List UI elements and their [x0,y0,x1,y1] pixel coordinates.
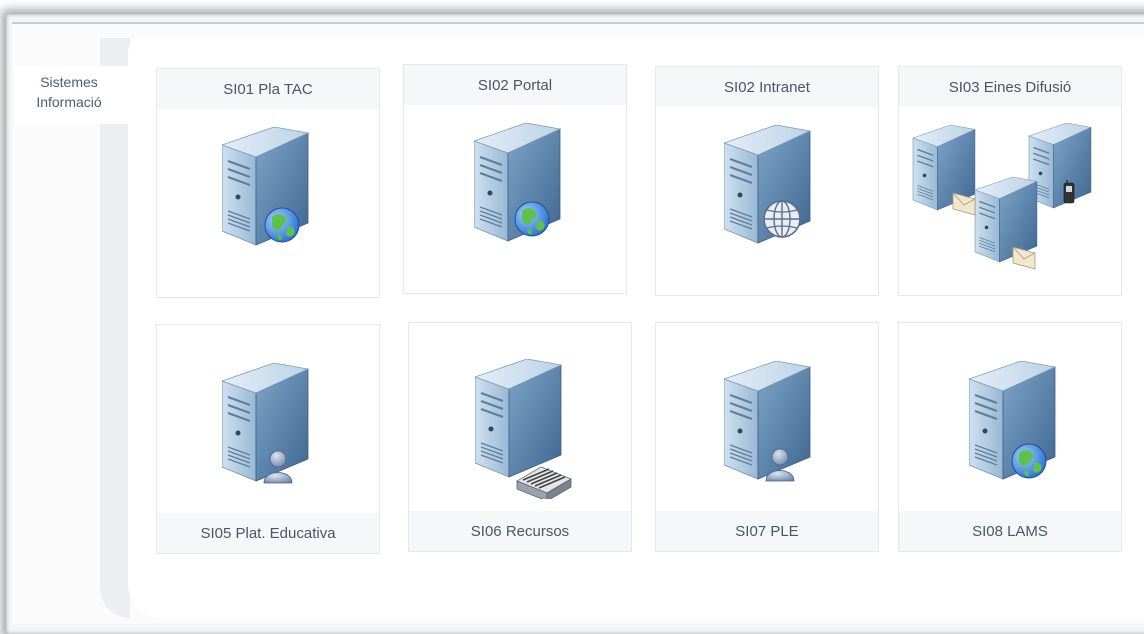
card-title: SI02 Portal [404,65,626,105]
server-globe-icon [222,127,309,246]
category-rail [100,38,130,618]
system-card[interactable]: SI01 Pla TAC [156,68,380,298]
server-globe-icon [969,361,1056,480]
system-card[interactable]: SI05 Plat. Educativa [156,324,380,554]
card-title: SI03 Eines Difusió [899,67,1121,107]
card-title: SI02 Intranet [656,67,878,107]
server-web-icon [724,125,811,244]
server-storage-icon [475,359,572,499]
system-card[interactable]: SI07 PLE [655,322,879,552]
system-card[interactable]: SI02 Portal [403,64,627,294]
server-network-mail-mobile-icon [912,123,1092,270]
card-title: SI05 Plat. Educativa [157,513,379,553]
card-title: SI06 Recursos [409,511,631,551]
server-user-icon [724,361,811,482]
card-title: SI01 Pla TAC [157,69,379,109]
system-card[interactable]: SI06 Recursos [408,322,632,552]
system-card[interactable]: SI02 Intranet [655,66,879,296]
system-card[interactable]: SI03 Eines Difusió [898,66,1122,296]
card-title: SI08 LAMS [899,511,1121,551]
category-label: Sistemes Informació [36,74,102,110]
card-title: SI07 PLE [656,511,878,551]
server-globe-icon [474,123,561,242]
server-user-icon [222,363,309,484]
system-card[interactable]: SI08 LAMS [898,322,1122,552]
